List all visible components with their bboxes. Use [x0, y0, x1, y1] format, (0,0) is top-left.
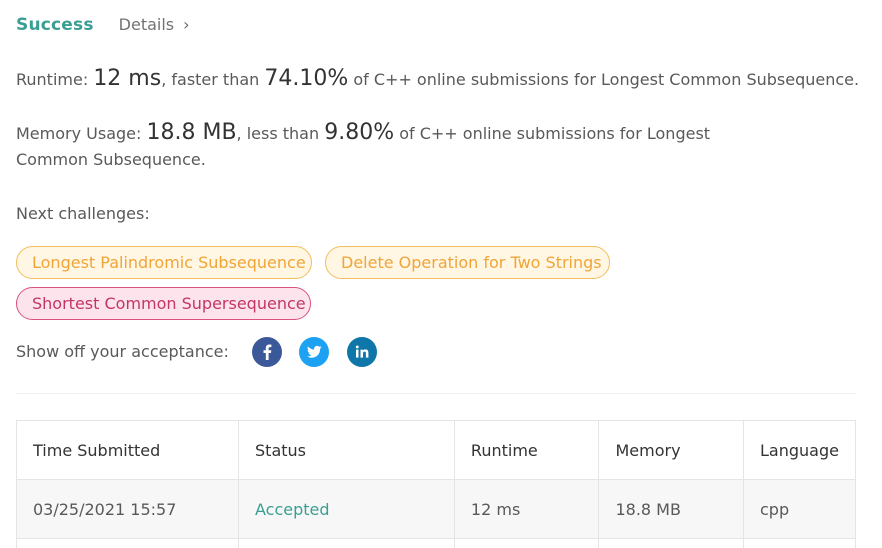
runtime-suffix: of C++ online submissions for Longest Co… — [348, 70, 860, 89]
challenge-shortest-common-supersequence[interactable]: Shortest Common Supersequence — [16, 287, 311, 320]
cell-empty — [15, 538, 240, 548]
memory-prefix: Memory Usage: — [16, 124, 147, 143]
cell-empty — [238, 538, 455, 548]
twitter-glyph — [307, 345, 322, 358]
runtime-percent: 74.10% — [264, 66, 349, 91]
column-header-memory: Memory — [598, 420, 744, 480]
submissions-table: Time Submitted Status Runtime Memory Lan… — [15, 420, 856, 548]
table-header-row: Time Submitted Status Runtime Memory Lan… — [15, 420, 856, 480]
runtime-summary: Runtime: 12 ms, faster than 74.10% of C+… — [16, 66, 859, 93]
cell-runtime: 12 ms — [453, 479, 600, 539]
linkedin-icon[interactable] — [347, 337, 377, 367]
twitter-icon[interactable] — [299, 337, 329, 367]
cell-language: cpp — [743, 479, 856, 539]
table-row-partial — [15, 538, 856, 548]
memory-value: 18.8 MB — [146, 120, 237, 145]
runtime-prefix: Runtime: — [16, 70, 94, 89]
challenge-longest-palindromic-subsequence[interactable]: Longest Palindromic Subsequence — [16, 246, 312, 279]
submission-result-page: Success Details › Runtime: 12 ms, faster… — [0, 0, 882, 548]
tab-details-label: Details — [118, 15, 175, 34]
tab-details[interactable]: Details › — [119, 15, 190, 34]
section-divider — [16, 393, 856, 394]
cell-status-accepted-link[interactable]: Accepted — [238, 479, 455, 539]
runtime-middle: , faster than — [161, 70, 265, 89]
memory-percent: 9.80% — [324, 120, 395, 145]
next-challenges-label: Next challenges: — [16, 204, 150, 223]
cell-time-submitted: 03/25/2021 15:57 — [15, 479, 240, 539]
table-row[interactable]: 03/25/2021 15:57 Accepted 12 ms 18.8 MB … — [15, 479, 856, 539]
runtime-value: 12 ms — [93, 66, 162, 91]
tab-success[interactable]: Success — [16, 15, 94, 35]
column-header-time-submitted: Time Submitted — [15, 420, 240, 480]
cell-empty — [743, 538, 856, 548]
column-header-status: Status — [238, 420, 455, 480]
memory-middle: , less than — [236, 124, 325, 143]
column-header-runtime: Runtime — [453, 420, 600, 480]
facebook-icon[interactable] — [252, 337, 282, 367]
cell-memory: 18.8 MB — [598, 479, 744, 539]
challenge-delete-operation-two-strings[interactable]: Delete Operation for Two Strings — [325, 246, 610, 279]
memory-summary: Memory Usage: 18.8 MB, less than 9.80% o… — [16, 120, 776, 173]
cell-empty — [598, 538, 744, 548]
cell-empty — [453, 538, 600, 548]
column-header-language: Language — [743, 420, 856, 480]
chevron-right-icon: › — [183, 15, 190, 34]
share-label: Show off your acceptance: — [16, 342, 229, 361]
facebook-glyph — [263, 344, 272, 360]
result-header: Success Details › — [16, 15, 190, 35]
linkedin-glyph — [355, 345, 369, 358]
